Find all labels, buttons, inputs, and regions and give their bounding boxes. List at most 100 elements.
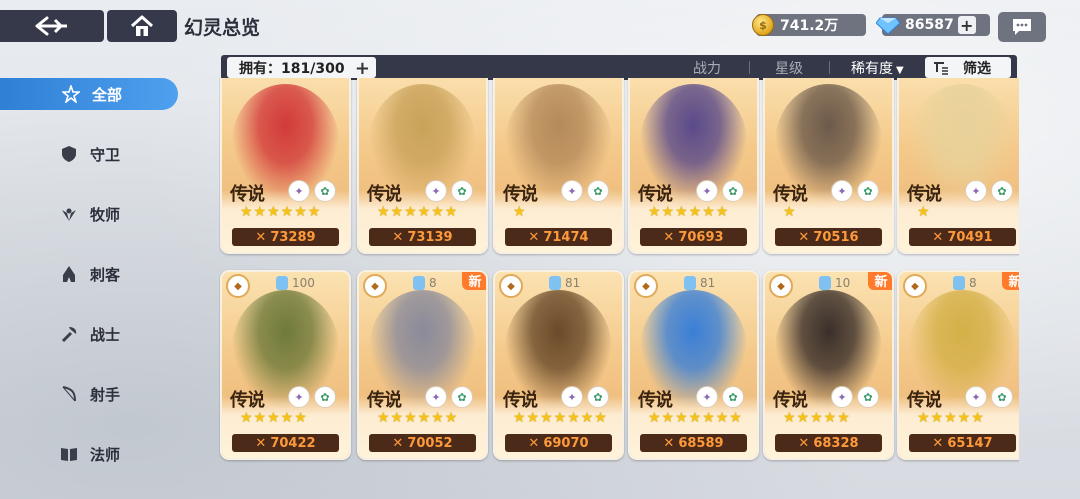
power-value-box: ✕ 73139	[369, 228, 476, 246]
level-indicator: 81	[684, 276, 715, 290]
element-icon: ✦	[425, 386, 447, 408]
spirit-card[interactable]: 传说 ✦ ✿ ★ ✕ 70491	[897, 78, 1019, 254]
sidebar-item-label: 全部	[92, 85, 123, 104]
class-icon: ◆	[499, 274, 523, 298]
sort-power[interactable]: 战力	[693, 58, 721, 78]
level-indicator: 8	[953, 276, 977, 290]
wings-icon	[60, 205, 78, 223]
chat-button[interactable]	[998, 12, 1046, 42]
gem-counter[interactable]: 86587 +	[876, 14, 990, 36]
owned-count-box[interactable]: 拥有：181/300 +	[227, 57, 376, 79]
divider	[749, 61, 750, 74]
new-badge: 新	[868, 272, 892, 290]
gold-counter[interactable]: $ 741.2万	[752, 14, 866, 36]
coin-icon: $	[752, 14, 774, 36]
sidebar-item-label: 刺客	[90, 265, 121, 284]
rarity-label: 传说	[503, 390, 538, 411]
level-gem-icon	[684, 276, 696, 290]
power-value-box: ✕ 73289	[232, 228, 339, 246]
spirit-card[interactable]: ◆ 81 传说 ✦ ✿ ★★★★★★★ ✕ 68589	[628, 270, 759, 460]
crossed-swords-icon: ✕	[932, 229, 944, 245]
power-value: 69070	[543, 435, 589, 451]
star-rating: ★★★★★★	[648, 204, 730, 220]
sidebar-item-guard[interactable]: 守卫	[60, 142, 120, 166]
spirit-card[interactable]: ◆ 8 新传说 ✦✿ ★★★★★ ✕65147	[897, 270, 1019, 460]
sidebar-item-label: 射手	[90, 385, 121, 404]
sidebar-item-archer[interactable]: 射手	[60, 382, 120, 406]
level-value: 100	[292, 276, 315, 290]
filter-bar: 拥有：181/300 + 战力 星级 稀有度 ▼ 筛选	[221, 55, 1017, 80]
rarity-label: 传说	[230, 184, 265, 205]
level-value: 81	[565, 276, 581, 290]
class-icon: ◆	[226, 274, 250, 298]
sidebar-item-assassin[interactable]: 刺客	[60, 262, 120, 286]
spirit-card[interactable]: ◆ 10 新传说 ✦ ✿ ★★★★★ ✕ 68328	[763, 270, 894, 460]
sort-star[interactable]: 星级	[775, 58, 803, 78]
element-icon: ✦	[561, 180, 583, 202]
crossed-swords-icon: ✕	[663, 435, 675, 451]
home-button[interactable]	[107, 10, 177, 42]
star-rating: ★★★★★	[783, 410, 851, 426]
sidebar-item-label: 战士	[90, 325, 121, 344]
power-value-box: ✕ 69070	[505, 434, 612, 452]
class-icon: ◆	[363, 274, 387, 298]
crossed-swords-icon: ✕	[528, 435, 540, 451]
sidebar-item-priest[interactable]: 牧师	[60, 202, 120, 226]
level-indicator: 10	[819, 276, 850, 290]
element-icon: ✦	[831, 386, 853, 408]
chat-icon	[1013, 19, 1031, 35]
class-icon: ◆	[903, 274, 927, 298]
back-button[interactable]	[0, 10, 104, 42]
rarity-label: 传说	[638, 184, 673, 205]
element-icon: ✿	[451, 180, 473, 202]
level-value: 8	[969, 276, 977, 290]
sidebar-item-label: 守卫	[90, 145, 121, 164]
star-rating: ★	[783, 204, 797, 220]
crossed-swords-icon: ✕	[798, 229, 810, 245]
element-icon: ✦	[425, 180, 447, 202]
spirit-card[interactable]: 传说 ✦ ✿ ★ ✕ 71474	[493, 78, 624, 254]
power-value: 70052	[407, 435, 453, 451]
element-icon: ✿	[587, 386, 609, 408]
power-value: 68328	[813, 435, 859, 451]
element-icon: ✿	[314, 180, 336, 202]
level-gem-icon	[819, 276, 831, 290]
spirit-card[interactable]: ◆ 8 新传说 ✦ ✿ ★★★★★★ ✕ 70052	[357, 270, 488, 460]
crossed-swords-icon: ✕	[932, 435, 944, 451]
level-value: 81	[700, 276, 716, 290]
star-rating: ★★★★★★★	[648, 410, 743, 426]
power-value: 70693	[678, 229, 724, 245]
spirit-card[interactable]: ◆ 81 传说 ✦ ✿ ★★★★★★★ ✕ 69070	[493, 270, 624, 460]
power-value-box: ✕ 65147	[909, 434, 1016, 452]
spirit-card[interactable]: 传说 ✦ ✿ ★★★★★★ ✕ 73289	[220, 78, 351, 254]
sidebar-item-warrior[interactable]: 战士	[60, 322, 120, 346]
spirit-grid: 传说 ✦ ✿ ★★★★★★ ✕ 73289 传说 ✦ ✿ ★★★★★★ ✕ 73139 传说 ✦ ✿ ★ ✕ 71…	[219, 78, 1019, 499]
spirit-card[interactable]: ◆ 100 传说 ✦ ✿ ★★★★★ ✕ 70422	[220, 270, 351, 460]
star-rating: ★★★★★★	[377, 204, 459, 220]
sort-rarity[interactable]: 稀有度 ▼	[851, 58, 904, 78]
page-title: 幻灵总览	[184, 17, 261, 39]
back-arrow-icon	[35, 16, 67, 36]
sort-rarity-label: 稀有度	[851, 61, 893, 77]
hood-icon	[60, 265, 78, 283]
rarity-label: 传说	[367, 184, 402, 205]
level-indicator: 8	[413, 276, 437, 290]
spirit-card[interactable]: 传说 ✦ ✿ ★ ✕ 70516	[763, 78, 894, 254]
sidebar-item-mage[interactable]: 法师	[60, 442, 120, 466]
element-icon: ✦	[965, 180, 987, 202]
new-badge: 新	[1002, 272, 1019, 290]
spirit-card[interactable]: 传说 ✦ ✿ ★★★★★★ ✕ 73139	[357, 78, 488, 254]
rarity-label: 传说	[230, 390, 265, 411]
sidebar-item-label: 法师	[90, 445, 121, 464]
expand-capacity-icon[interactable]: +	[355, 58, 370, 79]
power-value: 65147	[947, 435, 993, 451]
rarity-label: 传说	[907, 184, 942, 205]
spirit-card[interactable]: 传说 ✦ ✿ ★★★★★★ ✕ 70693	[628, 78, 759, 254]
filter-button[interactable]: 筛选	[925, 57, 1011, 78]
gem-amount: 86587	[905, 17, 954, 33]
power-value-box: ✕ 71474	[505, 228, 612, 246]
add-gems-button[interactable]: +	[957, 16, 976, 35]
rarity-label: 传说	[773, 390, 808, 411]
element-icon: ✿	[314, 386, 336, 408]
star-rating: ★★★★★	[240, 410, 308, 426]
